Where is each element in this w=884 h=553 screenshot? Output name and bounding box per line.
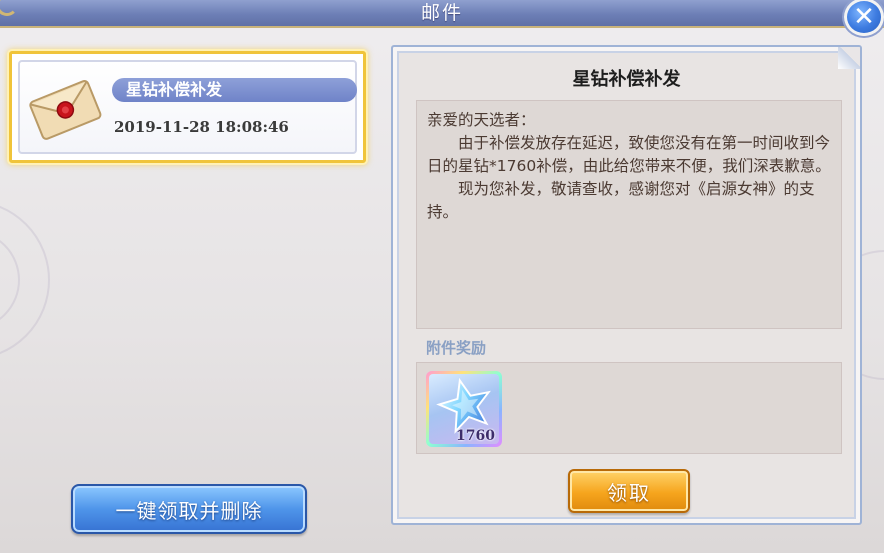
mail-list-item-card: 星钻补偿补发 2019-11-28 18:08:46	[18, 60, 357, 154]
sealed-envelope-icon	[29, 79, 102, 140]
reward-item-frame: 1760	[429, 374, 499, 444]
mail-body-box[interactable]: 亲爱的天选者： 由于补偿发放存在延迟，致使您没有在第一时间收到今日的星钻*176…	[416, 100, 842, 329]
mail-detail-title: 星钻补偿补发	[572, 69, 681, 90]
mail-subject-pill: 星钻补偿补发	[112, 78, 357, 102]
reward-quantity: 1760	[456, 428, 495, 444]
collect-all-label: 一键领取并删除	[115, 498, 263, 523]
attachments-label: 附件奖励	[426, 339, 487, 357]
attachments-box: 1760	[416, 362, 842, 454]
title-bar: 邮件	[0, 0, 884, 28]
mail-list-item[interactable]: 星钻补偿补发 2019-11-28 18:08:46	[9, 51, 366, 163]
mail-body-text: 亲爱的天选者： 由于补偿发放存在延迟，致使您没有在第一时间收到今日的星钻*176…	[427, 109, 835, 224]
close-button[interactable]: ✕	[844, 0, 884, 36]
reward-item[interactable]: 1760	[426, 371, 502, 447]
mail-paragraph: 现为您补发，敬请查收，感谢您对《启源女神》的支持。	[427, 180, 815, 221]
star-diamond-icon	[436, 378, 491, 434]
claim-button[interactable]: 领取	[568, 469, 690, 513]
collect-all-and-delete-button[interactable]: 一键领取并删除	[71, 484, 307, 534]
mail-detail-panel: 星钻补偿补发 亲爱的天选者： 由于补偿发放存在延迟，致使您没有在第一时间收到今日…	[391, 45, 862, 525]
window-title: 邮件	[420, 2, 463, 24]
mail-subject: 星钻补偿补发	[126, 80, 223, 99]
mail-window: 邮件 ✕ 星钻补偿补发 2019-11-28 18:08:46 一键领取并删除 …	[0, 0, 884, 553]
mail-paragraph: 由于补偿发放存在延迟，致使您没有在第一时间收到今日的星钻*1760补偿，由此给您…	[427, 134, 831, 175]
mail-date: 2019-11-28 18:08:46	[114, 118, 289, 136]
claim-label: 领取	[607, 480, 651, 505]
mail-greeting: 亲爱的天选者：	[427, 111, 536, 129]
close-icon: ✕	[853, 2, 875, 32]
